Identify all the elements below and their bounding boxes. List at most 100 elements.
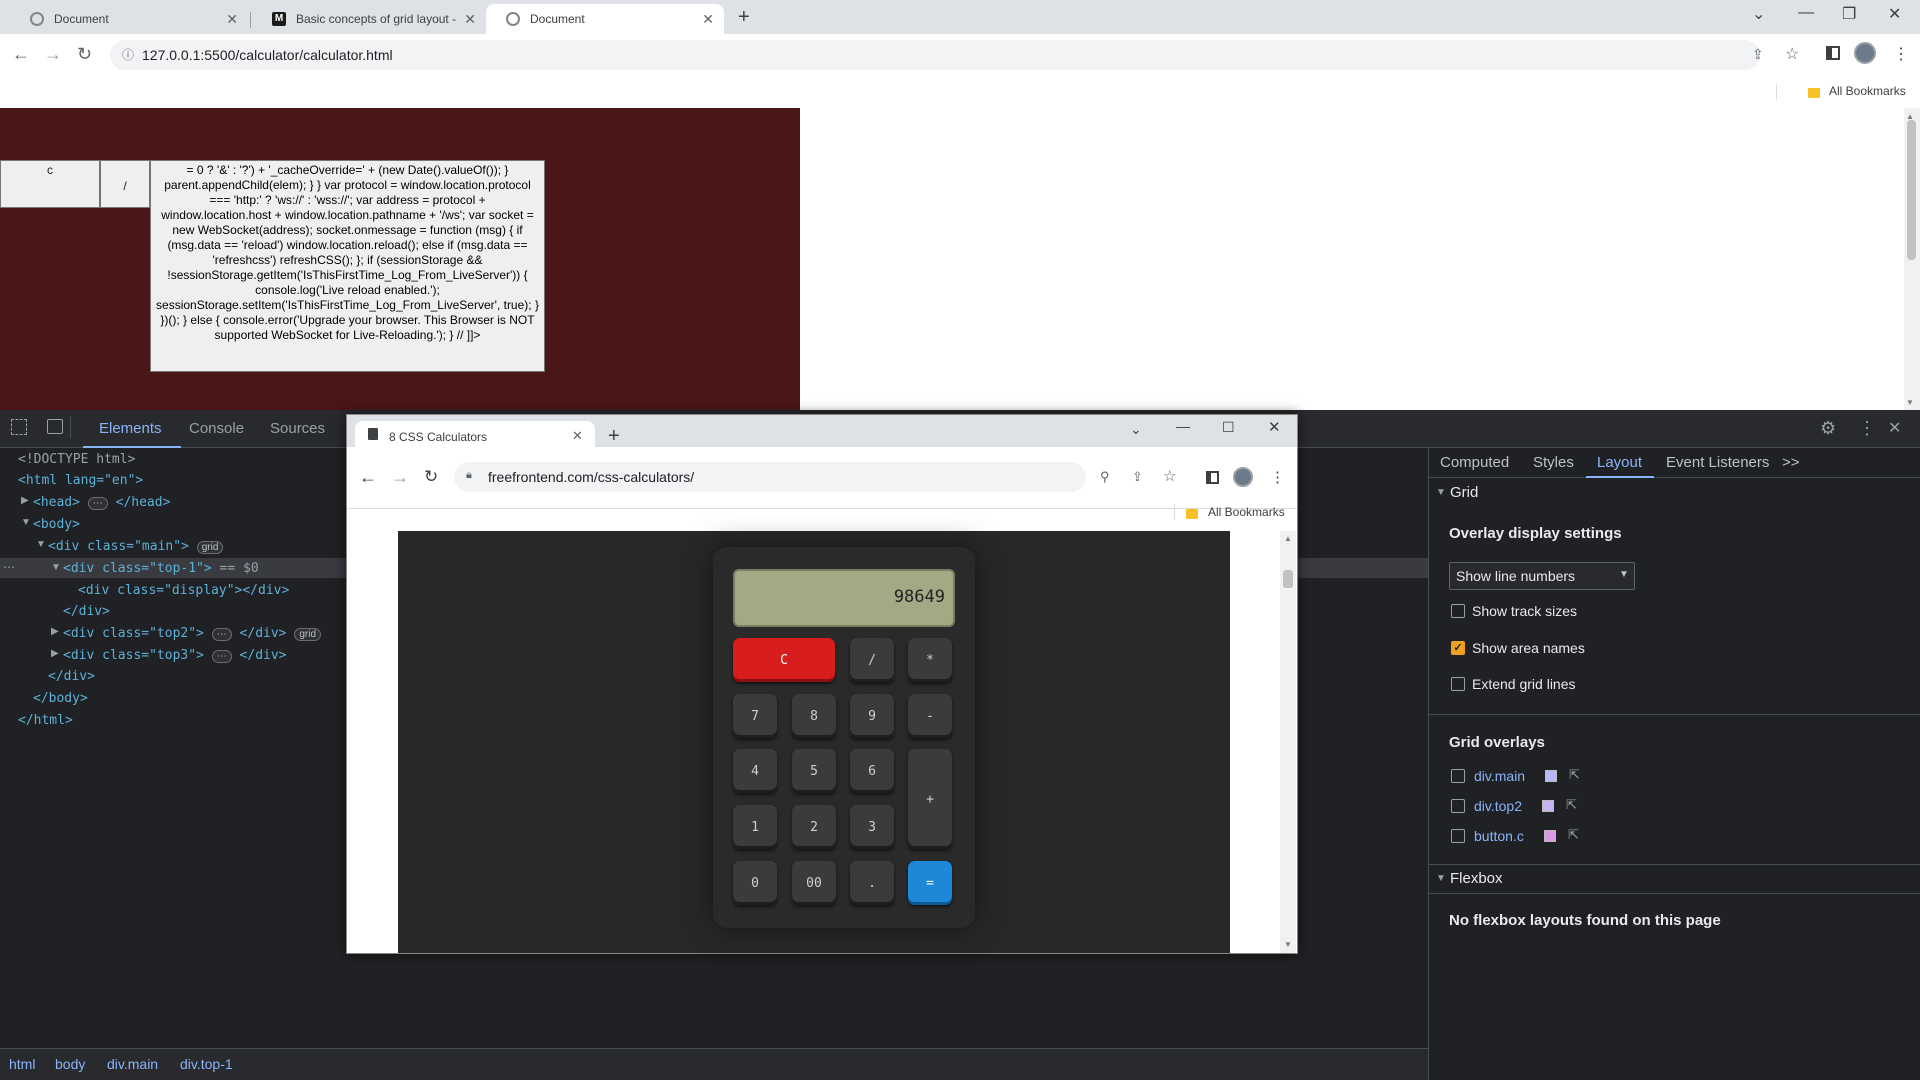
forward-icon[interactable]: → [391, 467, 409, 488]
menu-icon[interactable]: ⋮ [1893, 44, 1909, 64]
body-close[interactable]: </body> [33, 691, 88, 706]
key-0[interactable]: 0 [733, 861, 777, 905]
reveal-icon[interactable]: ⇱ [1569, 767, 1580, 783]
key-plus[interactable]: + [908, 749, 952, 849]
key-00[interactable]: 00 [792, 861, 836, 905]
star-icon[interactable]: ☆ [1163, 467, 1176, 485]
reveal-icon[interactable]: ⇱ [1568, 827, 1579, 843]
side-panel-icon[interactable] [1206, 471, 1219, 484]
key-5[interactable]: 5 [792, 749, 836, 793]
key-3[interactable]: 3 [850, 805, 894, 849]
url-text[interactable]: 127.0.0.1:5500/calculator/calculator.htm… [142, 47, 393, 63]
tab-console[interactable]: Console [189, 420, 244, 437]
checkbox-overlay-button-c[interactable] [1451, 829, 1465, 843]
html-close[interactable]: </html> [18, 713, 73, 728]
restore-icon[interactable]: ❐ [1842, 4, 1856, 24]
minimize-icon[interactable]: — [1176, 418, 1190, 434]
tab-styles[interactable]: Styles [1533, 454, 1574, 471]
new-tab-icon[interactable]: + [608, 425, 620, 448]
tab-layout[interactable]: Layout [1597, 454, 1642, 471]
scroll-down-icon[interactable]: ▼ [1906, 398, 1914, 407]
row-menu-icon[interactable]: ⋯ [3, 560, 15, 574]
grid-section-title[interactable]: Grid [1450, 484, 1478, 501]
tab-document-1[interactable]: Document ✕ [10, 4, 248, 34]
inspect-icon[interactable] [11, 419, 27, 435]
breadcrumb-body[interactable]: body [55, 1056, 85, 1072]
body-node[interactable]: <body> [33, 517, 80, 532]
key-4[interactable]: 4 [733, 749, 777, 793]
top1-div-node[interactable]: <div class="top-1"> == $0 [63, 561, 259, 576]
page-scrollbar-thumb[interactable] [1907, 120, 1916, 260]
popup-all-bookmarks[interactable]: All Bookmarks [1208, 505, 1285, 519]
flexbox-section-title[interactable]: Flexbox [1450, 870, 1503, 887]
back-icon[interactable]: ← [359, 467, 377, 488]
maximize-icon[interactable]: ☐ [1222, 419, 1235, 436]
breadcrumb-div-main[interactable]: div.main [107, 1056, 158, 1072]
overlay-link-button-c[interactable]: button.c [1474, 828, 1524, 844]
checkbox-track-sizes[interactable] [1451, 604, 1465, 618]
key-minus[interactable]: - [908, 694, 952, 738]
main-div-node[interactable]: <div class="main"> grid [48, 539, 224, 554]
close-icon[interactable]: ✕ [464, 11, 476, 28]
forward-icon[interactable]: → [44, 44, 62, 65]
main-close[interactable]: </div> [48, 669, 95, 684]
expand-triangle-icon[interactable]: ▶ [51, 648, 59, 659]
key-decimal[interactable]: . [850, 861, 894, 905]
popup-url-text[interactable]: freefrontend.com/css-calculators/ [488, 469, 694, 485]
grid-badge[interactable]: grid [196, 541, 224, 554]
checkbox-area-names[interactable]: ✓ [1451, 641, 1465, 655]
side-panel-icon[interactable] [1826, 46, 1840, 60]
ellipsis-badge[interactable]: ⋯ [211, 628, 232, 641]
collapse-triangle-icon[interactable]: ▼ [51, 562, 61, 573]
breadcrumb-div-top1[interactable]: div.top-1 [180, 1056, 233, 1072]
top3-div-node[interactable]: <div class="top3"> ⋯ </div> [63, 648, 287, 663]
display-div-node[interactable]: <div class="display"></div> [78, 583, 289, 598]
key-7[interactable]: 7 [733, 694, 777, 738]
collapse-triangle-icon[interactable]: ▼ [1436, 873, 1446, 884]
overlay-link-main[interactable]: div.main [1474, 768, 1525, 784]
key-2[interactable]: 2 [792, 805, 836, 849]
tab-search-icon[interactable]: ⌄ [1752, 4, 1765, 24]
popup-scrollbar[interactable] [1280, 531, 1296, 953]
key-1[interactable]: 1 [733, 805, 777, 849]
grid-badge[interactable]: grid [294, 628, 322, 641]
share-icon[interactable]: ⇪ [1132, 469, 1143, 485]
more-options-icon[interactable]: ⋮ [1858, 418, 1876, 439]
close-devtools-icon[interactable]: ✕ [1888, 418, 1901, 438]
overlay-link-top2[interactable]: div.top2 [1474, 798, 1522, 814]
lock-icon[interactable]: 🔒︎ [466, 469, 472, 482]
tab-event-listeners[interactable]: Event Listeners [1666, 454, 1769, 471]
avatar[interactable] [1233, 467, 1253, 487]
tab-computed[interactable]: Computed [1440, 454, 1509, 471]
scroll-up-icon[interactable]: ▲ [1906, 112, 1914, 121]
html-node[interactable]: <html lang="en"> [18, 473, 143, 488]
ellipsis-badge[interactable]: ⋯ [211, 650, 232, 663]
close-window-icon[interactable]: ✕ [1888, 4, 1901, 24]
tab-search-icon[interactable]: ⌄ [1130, 421, 1142, 438]
collapse-triangle-icon[interactable]: ▼ [1436, 487, 1446, 498]
reveal-icon[interactable]: ⇱ [1566, 797, 1577, 813]
tab-elements[interactable]: Elements [99, 420, 162, 437]
ellipsis-badge[interactable]: ⋯ [87, 497, 108, 510]
avatar[interactable] [1854, 42, 1876, 64]
menu-icon[interactable]: ⋮ [1270, 468, 1285, 486]
collapse-triangle-icon[interactable]: ▼ [36, 539, 46, 550]
close-window-icon[interactable]: ✕ [1268, 418, 1281, 436]
head-node[interactable]: <head> ⋯ </head> [33, 495, 170, 510]
search-icon[interactable]: ⚲ [1100, 469, 1110, 485]
key-clear[interactable]: C [733, 638, 835, 682]
tab-document-active[interactable]: Document ✕ [486, 4, 724, 34]
all-bookmarks[interactable]: All Bookmarks [1829, 84, 1906, 98]
key-9[interactable]: 9 [850, 694, 894, 738]
star-icon[interactable]: ☆ [1785, 44, 1799, 64]
key-divide[interactable]: / [850, 638, 894, 682]
checkbox-overlay-main[interactable] [1451, 769, 1465, 783]
key-equals[interactable]: = [908, 861, 952, 905]
doctype-node[interactable]: <!DOCTYPE html> [18, 452, 135, 467]
collapse-triangle-icon[interactable]: ▼ [21, 517, 31, 528]
key-8[interactable]: 8 [792, 694, 836, 738]
checkbox-overlay-top2[interactable] [1451, 799, 1465, 813]
color-swatch[interactable] [1544, 830, 1556, 842]
info-icon[interactable]: ⓘ [122, 46, 134, 63]
top1-close[interactable]: </div> [63, 604, 110, 619]
